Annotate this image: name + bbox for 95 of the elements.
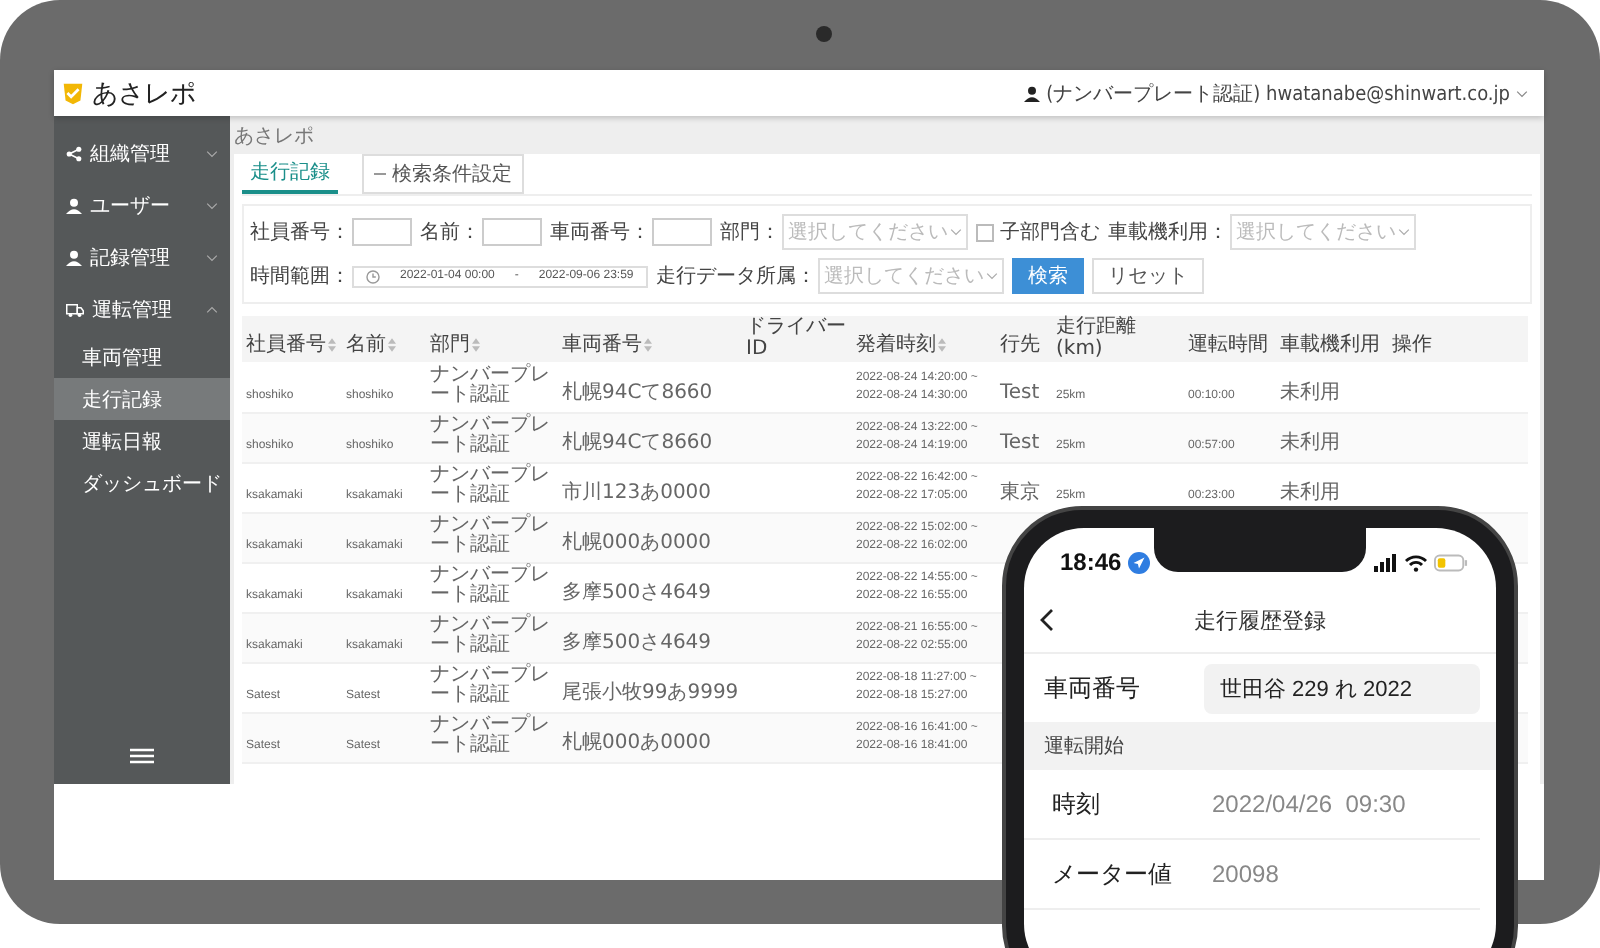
table-cell-text: ナンバープレート認証 — [430, 515, 552, 558]
section-header: 運転開始 — [1024, 722, 1496, 770]
field-label: 社員番号： — [250, 219, 350, 246]
column-header: 車載機利用 — [1280, 334, 1380, 356]
breadcrumb[interactable]: あさレポ — [234, 122, 314, 150]
field-label: メーター値 — [1052, 857, 1174, 891]
sort-icon — [472, 337, 480, 352]
sidebar-subitem[interactable]: ダッシュボード — [54, 462, 230, 504]
wifi-icon — [1404, 553, 1428, 571]
column-header[interactable]: 車両番号 — [562, 334, 652, 356]
battery-icon — [1434, 553, 1468, 571]
table-cell: 市川123あ0000 — [562, 484, 712, 505]
sidebar-subitem[interactable]: 走行記録 — [54, 378, 230, 420]
signal-icon — [1374, 553, 1398, 571]
share-icon — [66, 146, 82, 162]
field-value[interactable]: 20098 — [1212, 860, 1279, 888]
truck-icon — [66, 302, 84, 318]
column-header[interactable]: 名前 — [346, 334, 396, 356]
input-field[interactable] — [652, 218, 712, 246]
checkbox-option[interactable]: 子部門含む — [976, 218, 1100, 246]
camera-icon — [816, 26, 832, 42]
table-cell-text: ナンバープレート認証 — [430, 615, 552, 658]
table-cell: 未利用 — [1280, 434, 1340, 455]
filter-toggle-button[interactable]: 検索条件設定 — [362, 154, 524, 194]
chevron-down-icon — [206, 202, 218, 210]
column-header: 行先 — [1000, 334, 1040, 356]
sidebar-subitem[interactable]: 運転日報 — [54, 420, 230, 462]
sidebar-item[interactable]: ユーザー — [54, 180, 230, 232]
field-label: 時刻 — [1052, 787, 1102, 821]
table-cell-text: ナンバープレート認証 — [430, 565, 552, 608]
field-label: 車載機利用： — [1108, 219, 1228, 246]
table-cell: 尾張小牧99あ9999 — [562, 684, 739, 705]
chevron-down-icon — [1398, 228, 1410, 236]
table-cell: 札幌000あ0000 — [562, 734, 712, 755]
sort-icon — [388, 337, 396, 352]
sidebar-item[interactable]: 組織管理 — [54, 128, 230, 180]
chevron-up-icon — [206, 306, 218, 314]
sort-icon — [328, 337, 336, 352]
table-cell-text: ナンバープレート認証 — [430, 465, 552, 508]
minus-icon — [374, 172, 386, 176]
table-cell-text: ナンバープレート認証 — [430, 715, 552, 758]
table-cell: 札幌000あ0000 — [562, 534, 712, 555]
table-cell: 多摩500さ4649 — [562, 634, 712, 655]
sort-icon — [938, 337, 946, 352]
column-header[interactable]: 部門 — [430, 334, 480, 356]
tab[interactable]: 走行記録 — [242, 154, 338, 194]
table-cell: 札幌94Cて8660 — [562, 434, 713, 455]
chevron-down-icon — [1516, 89, 1528, 97]
column-header: ドライバーID — [746, 316, 848, 360]
table-cell: 多摩500さ4649 — [562, 584, 712, 605]
user-icon — [66, 250, 82, 266]
sidebar-item[interactable]: 運転管理 — [54, 284, 230, 336]
chevron-down-icon — [206, 254, 218, 262]
column-header: 運転時間 — [1188, 334, 1268, 356]
table-cell-text: ナンバープレート認証 — [430, 365, 552, 407]
table-cell: 東京 — [1000, 484, 1040, 505]
table-cell: 未利用 — [1280, 484, 1340, 505]
column-header: 操作 — [1392, 334, 1432, 356]
app-logo: あさレポ — [92, 77, 196, 111]
table-cell-text: ナンバープレート認証 — [430, 665, 552, 708]
table-cell: 札幌94Cて8660 — [562, 383, 713, 405]
sort-icon — [644, 337, 652, 352]
chevron-down-icon — [206, 150, 218, 158]
field-label: 部門： — [720, 219, 780, 246]
user-icon — [66, 198, 82, 214]
field-value[interactable]: 2022/04/26 09:30 — [1212, 790, 1406, 818]
field-label: 名前： — [420, 220, 480, 246]
input-field[interactable]: 世田谷 229 れ 2022 — [1204, 663, 1480, 713]
user-icon — [1024, 85, 1041, 101]
user-menu[interactable]: (ナンバープレート認証) hwatanabe@shinwart.co.jp — [1024, 79, 1528, 107]
table-cell: 未利用 — [1280, 383, 1340, 405]
chevron-down-icon — [950, 228, 962, 236]
sidebar-item[interactable]: 記録管理 — [54, 232, 230, 284]
field-label: 走行データ所属： — [655, 263, 816, 290]
column-header: 走行距離(km) — [1056, 316, 1138, 360]
column-header[interactable]: 社員番号 — [246, 334, 336, 356]
back-icon[interactable] — [1040, 608, 1054, 632]
location-icon — [1127, 551, 1150, 573]
input-field[interactable] — [352, 218, 412, 246]
field-label: 時間範囲： — [250, 263, 350, 290]
input-field[interactable] — [482, 218, 542, 246]
table-cell: Test — [1000, 383, 1040, 405]
chevron-down-icon — [985, 272, 998, 280]
clock-icon — [366, 269, 380, 283]
field-label: 車両番号 — [1044, 671, 1142, 705]
column-header[interactable]: 発着時刻 — [856, 334, 946, 356]
table-cell-text: ナンバープレート認証 — [430, 415, 552, 458]
reset-button[interactable]: リセット — [1091, 258, 1204, 294]
field-label: 車両番号： — [550, 219, 650, 246]
table-cell: Test — [1000, 434, 1040, 455]
logo-icon — [60, 80, 86, 106]
screen-title: 走行履歴登録 — [1194, 605, 1326, 635]
menu-icon[interactable] — [130, 748, 154, 764]
status-time: 18:46 — [1060, 548, 1122, 576]
sidebar-subitem[interactable]: 車両管理 — [54, 336, 230, 378]
